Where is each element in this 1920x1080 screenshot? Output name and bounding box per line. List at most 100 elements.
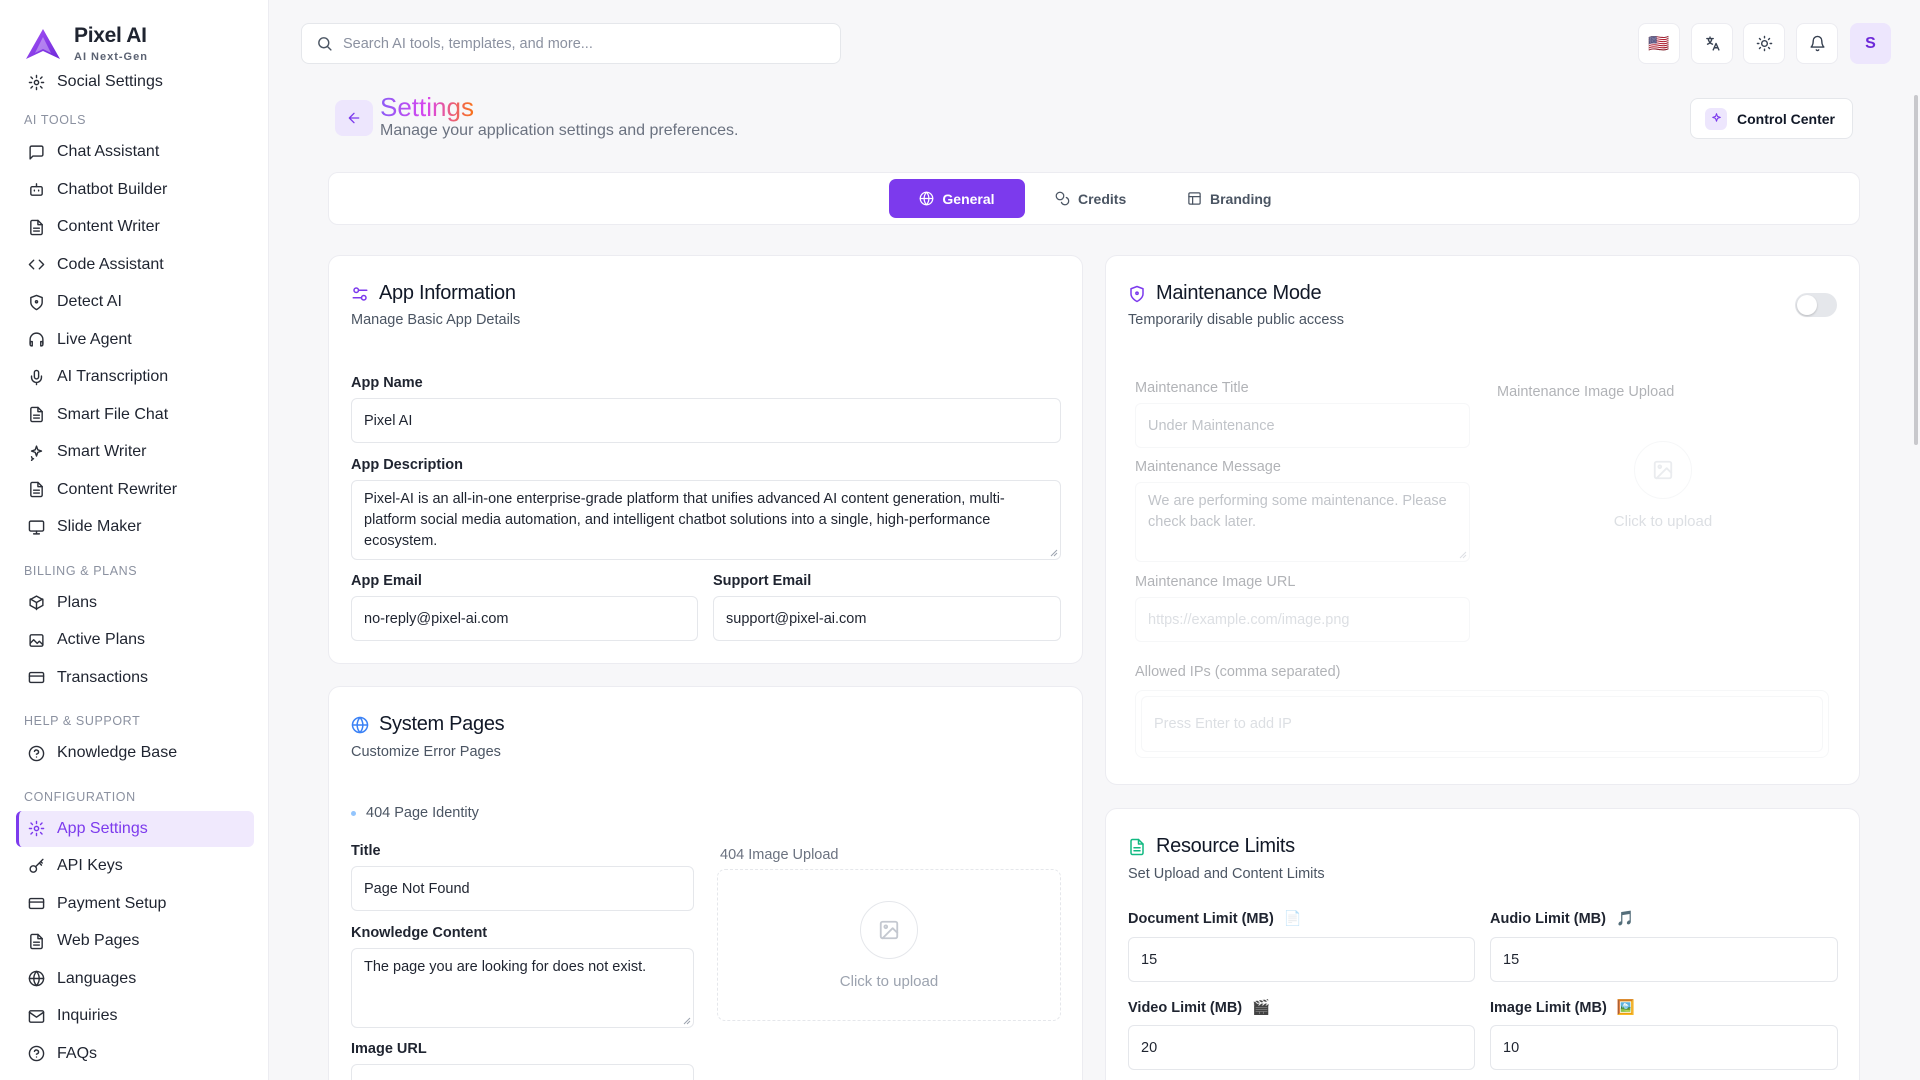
- globe-icon: [351, 716, 369, 734]
- sidebar-item-chat-assistant[interactable]: Chat Assistant: [16, 134, 254, 170]
- maintenance-title: Maintenance Mode: [1156, 282, 1322, 304]
- sidebar-item-smart-writer[interactable]: Smart Writer: [16, 434, 254, 470]
- translate-button[interactable]: [1691, 23, 1733, 64]
- sidebar-item-label: Detect AI: [57, 293, 122, 310]
- image-limit-label: Image Limit (MB) 🖼️: [1490, 999, 1635, 1016]
- maintenance-title-input[interactable]: Under Maintenance: [1135, 403, 1470, 448]
- page-title-input[interactable]: Page Not Found: [351, 866, 694, 911]
- user-avatar[interactable]: S: [1850, 23, 1891, 64]
- system-pages-title: System Pages: [379, 713, 505, 735]
- sidebar-item-social-settings[interactable]: Social Settings: [16, 68, 254, 96]
- audio-limit-text: Audio Limit (MB): [1490, 911, 1606, 927]
- sidebar-item-slide-maker[interactable]: Slide Maker: [16, 509, 254, 545]
- language-flag-button[interactable]: 🇺🇸: [1638, 23, 1680, 64]
- sidebar-item-api-keys[interactable]: API Keys: [16, 848, 254, 884]
- resize-grip-icon[interactable]: [1459, 551, 1467, 559]
- bot-icon: [28, 181, 45, 198]
- card-title: Resource Limits: [1128, 835, 1295, 858]
- resize-grip-icon[interactable]: [683, 1017, 691, 1025]
- document-limit-input[interactable]: 15: [1128, 937, 1475, 982]
- image-limit-input[interactable]: 10: [1490, 1025, 1838, 1070]
- image-placeholder-icon: [1634, 440, 1692, 499]
- app-email-input[interactable]: no-reply@pixel-ai.com: [351, 596, 698, 641]
- resize-grip-icon[interactable]: [1050, 549, 1058, 557]
- notifications-button[interactable]: [1796, 23, 1838, 64]
- sidebar-item-chatbot-builder[interactable]: Chatbot Builder: [16, 172, 254, 208]
- sidebar-item-app-settings[interactable]: App Settings: [16, 810, 254, 847]
- image-url-input[interactable]: [351, 1064, 694, 1080]
- card-title: System Pages: [351, 713, 505, 736]
- allowed-ips-input[interactable]: Press Enter to add IP: [1141, 696, 1823, 752]
- knowledge-content-label: Knowledge Content: [351, 925, 488, 941]
- sidebar-item-label: Active Plans: [57, 631, 146, 648]
- sidebar-item-active-plans[interactable]: Active Plans: [16, 622, 254, 658]
- maintenance-message-textarea[interactable]: We are performing some maintenance. Plea…: [1135, 482, 1470, 562]
- sidebar-item-content-rewriter[interactable]: Content Rewriter: [16, 472, 254, 508]
- brand-name: Pixel AI: [74, 24, 147, 47]
- layout-icon: [1187, 191, 1202, 206]
- app-information-card: App Information Manage Basic App Details…: [328, 255, 1083, 664]
- pixel-ai-logo-icon: [24, 27, 62, 61]
- app-name-input[interactable]: Pixel AI: [351, 398, 1061, 443]
- arrow-left-icon: [346, 110, 362, 126]
- tab-label: Branding: [1210, 190, 1272, 207]
- app-description-label: App Description: [351, 457, 463, 473]
- sidebar-item-inquiries[interactable]: Inquiries: [16, 998, 254, 1034]
- key-icon: [28, 858, 45, 875]
- search-input[interactable]: [343, 35, 823, 52]
- audio-limit-label: Audio Limit (MB) 🎵: [1490, 910, 1634, 927]
- brand-logo[interactable]: Pixel AI AI Next-Gen: [24, 24, 148, 63]
- coins-icon: [1055, 191, 1070, 206]
- tab-branding[interactable]: Branding: [1171, 179, 1287, 218]
- sidebar-item-label: Languages: [57, 969, 137, 987]
- sidebar-item-label: Smart Writer: [57, 443, 147, 460]
- video-limit-input[interactable]: 20: [1128, 1025, 1475, 1070]
- sidebar-item-plans[interactable]: Plans: [16, 585, 254, 621]
- system-pages-card: System Pages Customize Error Pages 404 P…: [328, 686, 1083, 1080]
- theme-toggle-button[interactable]: [1743, 23, 1785, 64]
- sidebar-item-ai-transcription[interactable]: AI Transcription: [16, 359, 254, 395]
- app-info-title: App Information: [379, 282, 516, 304]
- 404-image-upload[interactable]: Click to upload: [717, 869, 1061, 1021]
- sidebar-item-code-assistant[interactable]: Code Assistant: [16, 247, 254, 283]
- allowed-ips-box: Press Enter to add IP: [1135, 690, 1829, 758]
- credit-card-icon: [28, 895, 45, 912]
- knowledge-content-textarea[interactable]: The page you are looking for does not ex…: [351, 948, 694, 1028]
- page-identity-heading: 404 Page Identity: [351, 805, 479, 821]
- sidebar-item-label: Code Assistant: [57, 255, 164, 273]
- page-scrollbar[interactable]: [1914, 95, 1918, 445]
- sidebar-item-label: Payment Setup: [57, 894, 167, 912]
- app-description-textarea[interactable]: Pixel-AI is an all-in-one enterprise-gra…: [351, 480, 1061, 560]
- sidebar-item-web-pages[interactable]: Web Pages: [16, 923, 254, 959]
- sidebar-item-live-agent[interactable]: Live Agent: [16, 322, 254, 358]
- maintenance-toggle[interactable]: [1795, 293, 1837, 317]
- control-center-button[interactable]: Control Center: [1690, 98, 1853, 139]
- sidebar-item-content-writer[interactable]: Content Writer: [16, 209, 254, 245]
- back-button[interactable]: [335, 100, 373, 136]
- maintenance-image-upload[interactable]: Click to upload: [1497, 406, 1829, 564]
- tab-credits[interactable]: Credits: [1039, 179, 1142, 218]
- sidebar-item-payment-setup[interactable]: Payment Setup: [16, 886, 254, 922]
- sidebar-item-transactions[interactable]: Transactions: [16, 660, 254, 696]
- file-text-icon: [1128, 838, 1146, 856]
- package-icon: [28, 594, 45, 611]
- support-email-input[interactable]: support@pixel-ai.com: [713, 596, 1061, 641]
- sidebar-item-label: API Keys: [57, 857, 123, 874]
- document-limit-text: Document Limit (MB): [1128, 911, 1274, 927]
- document-emoji-icon: 📄: [1283, 911, 1302, 927]
- sidebar-item-smart-file-chat[interactable]: Smart File Chat: [16, 397, 254, 433]
- maintenance-image-url-input[interactable]: https://example.com/image.png: [1135, 597, 1470, 642]
- sidebar-item-detect-ai[interactable]: Detect AI: [16, 284, 254, 320]
- sidebar-item-faqs[interactable]: FAQs: [16, 1036, 254, 1072]
- card-title: Maintenance Mode: [1128, 282, 1322, 305]
- globe-icon: [28, 970, 45, 987]
- resource-limits-subtitle: Set Upload and Content Limits: [1128, 866, 1325, 882]
- search-icon: [316, 35, 333, 52]
- image-icon: [28, 632, 45, 649]
- sidebar-item-languages[interactable]: Languages: [16, 961, 254, 997]
- audio-limit-input[interactable]: 15: [1490, 937, 1838, 982]
- global-search[interactable]: [301, 23, 841, 64]
- sidebar-section-ai-tools: AI TOOLS: [24, 113, 87, 127]
- tab-general[interactable]: General: [889, 179, 1025, 218]
- sidebar-item-knowledge-base[interactable]: Knowledge Base: [16, 735, 254, 771]
